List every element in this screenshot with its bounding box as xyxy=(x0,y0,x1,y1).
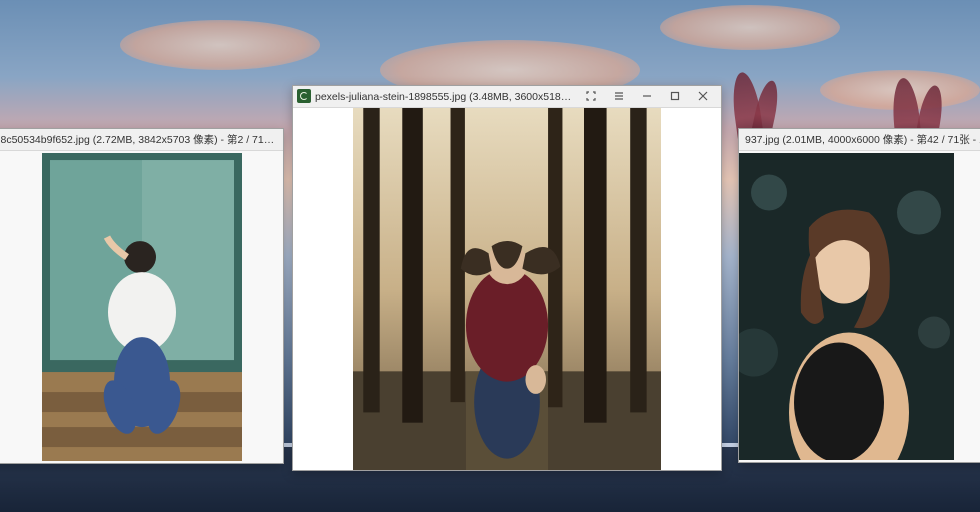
close-icon xyxy=(698,91,708,101)
fullscreen-icon xyxy=(586,91,596,101)
window-title: 0f:0001c207178c50534b9f652.jpg (2.72MB, … xyxy=(0,132,279,147)
menu-button[interactable] xyxy=(605,87,633,105)
minimize-icon xyxy=(642,91,652,101)
titlebar[interactable]: pexels-juliana-stein-1898555.jpg (3.48MB… xyxy=(293,86,721,108)
photo-content xyxy=(353,108,661,470)
window-title: pexels-juliana-stein-1898555.jpg (3.48MB… xyxy=(315,89,577,104)
photo-content xyxy=(42,153,242,461)
close-button[interactable] xyxy=(689,87,717,105)
image-canvas[interactable] xyxy=(739,151,980,462)
hamburger-icon xyxy=(614,91,624,101)
app-icon xyxy=(297,89,311,103)
photo-content xyxy=(739,153,954,460)
titlebar[interactable]: 937.jpg (2.01MB, 4000x6000 像素) - 第42 / 7… xyxy=(739,129,980,151)
image-viewer-window-center[interactable]: pexels-juliana-stein-1898555.jpg (3.48MB… xyxy=(292,85,722,471)
image-viewer-window-right[interactable]: 937.jpg (2.01MB, 4000x6000 像素) - 第42 / 7… xyxy=(738,128,980,463)
image-canvas[interactable] xyxy=(0,151,283,463)
window-controls xyxy=(577,87,717,105)
minimize-button[interactable] xyxy=(633,87,661,105)
window-title: 937.jpg (2.01MB, 4000x6000 像素) - 第42 / 7… xyxy=(745,132,980,147)
wallpaper-cloud xyxy=(660,5,840,50)
maximize-button[interactable] xyxy=(661,87,689,105)
maximize-icon xyxy=(670,91,680,101)
image-viewer-window-left[interactable]: 0f:0001c207178c50534b9f652.jpg (2.72MB, … xyxy=(0,128,284,464)
titlebar[interactable]: 0f:0001c207178c50534b9f652.jpg (2.72MB, … xyxy=(0,129,283,151)
wallpaper-cloud xyxy=(120,20,320,70)
fullscreen-button[interactable] xyxy=(577,87,605,105)
image-canvas[interactable] xyxy=(293,108,721,470)
